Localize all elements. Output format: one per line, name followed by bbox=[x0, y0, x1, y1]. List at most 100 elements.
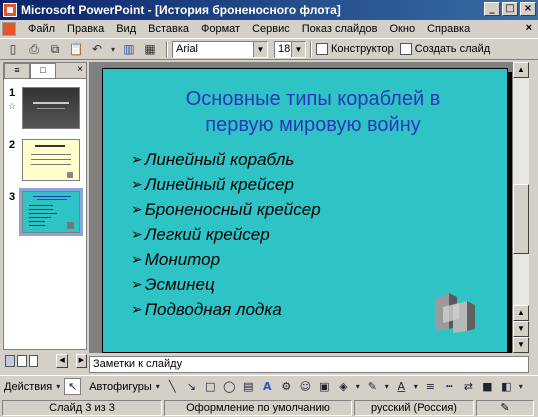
pane-close-button[interactable]: × bbox=[77, 64, 83, 75]
undo-icon[interactable]: ↶ bbox=[88, 40, 106, 58]
shadow-icon[interactable]: ■ bbox=[479, 378, 496, 395]
tab-outline[interactable]: ≡ bbox=[4, 63, 30, 78]
menu-insert[interactable]: Вставка bbox=[142, 23, 195, 35]
font-name-select[interactable]: Arial ▼ bbox=[172, 40, 268, 58]
undo-dropdown-icon[interactable]: ▾ bbox=[109, 40, 117, 58]
fill-color-icon[interactable]: ◈ bbox=[335, 378, 352, 395]
menu-view[interactable]: Вид bbox=[110, 23, 142, 35]
scrollbar-thumb[interactable] bbox=[513, 184, 529, 254]
3d-icon[interactable]: ◧ bbox=[498, 378, 515, 395]
status-language: русский (Россия) bbox=[354, 399, 474, 416]
bullet-item: ➢ Линейный корабль bbox=[131, 147, 321, 172]
insert-chart-icon[interactable]: ▥ bbox=[120, 40, 138, 58]
new-slide-label: Создать слайд bbox=[414, 43, 491, 55]
new-slide-button[interactable]: Создать слайд bbox=[399, 43, 491, 55]
vertical-scrollbar[interactable]: ▲ ▲ ▼ ▼ bbox=[513, 62, 529, 353]
line-style-icon[interactable]: ≡ bbox=[422, 378, 439, 395]
scroll-left-icon[interactable]: ◀ bbox=[56, 353, 68, 368]
view-buttons-bar: ◀ ▶ bbox=[3, 352, 87, 369]
rectangle-icon[interactable]: □ bbox=[202, 378, 219, 395]
slideshow-view-icon[interactable] bbox=[28, 354, 39, 367]
paste-icon[interactable]: 📋 bbox=[67, 40, 85, 58]
scroll-up-icon[interactable]: ▲ bbox=[513, 62, 529, 78]
chevron-down-icon[interactable]: ▼ bbox=[291, 41, 305, 57]
dash-style-icon[interactable]: ┅ bbox=[441, 378, 458, 395]
standard-toolbar: ▯ ⎙ ⧉ 📋 ↶ ▾ ▥ ▦ Arial ▼ 18 ▼ Конструктор… bbox=[0, 38, 538, 60]
textbox-icon[interactable]: ▤ bbox=[240, 378, 257, 395]
line-icon[interactable]: ╲ bbox=[164, 378, 181, 395]
bullet-text: Броненосный крейсер bbox=[144, 199, 321, 219]
document-icon[interactable] bbox=[2, 22, 16, 36]
autoshapes-menu[interactable]: Автофигуры bbox=[89, 381, 152, 393]
chevron-down-icon[interactable]: ▼ bbox=[253, 41, 267, 57]
font-size-select[interactable]: 18 ▼ bbox=[274, 40, 306, 58]
maximize-button[interactable]: □ bbox=[502, 2, 518, 16]
picture-icon[interactable]: ▣ bbox=[316, 378, 333, 395]
arrow-bullet-icon: ➢ bbox=[131, 276, 143, 293]
bullet-item: ➢ Легкий крейсер bbox=[131, 222, 321, 247]
arrow-bullet-icon: ➢ bbox=[131, 201, 143, 218]
slide-number: 3 bbox=[9, 191, 16, 203]
tab-slides[interactable]: □ bbox=[30, 63, 56, 78]
slide-title-line-1: Основные типы кораблей в bbox=[185, 88, 441, 110]
notes-placeholder: Заметки к слайду bbox=[93, 358, 183, 370]
document-close-button[interactable]: × bbox=[526, 22, 532, 34]
bullet-text: Монитор bbox=[144, 249, 221, 269]
menu-window[interactable]: Окно bbox=[384, 23, 422, 35]
copy-icon[interactable]: ⧉ bbox=[46, 40, 64, 58]
powerpoint-app-icon[interactable] bbox=[3, 3, 17, 17]
select-arrow-icon[interactable]: ↖ bbox=[64, 378, 82, 395]
slide-bullet-list[interactable]: ➢ Линейный корабль ➢ Линейный крейсер ➢ Бро… bbox=[131, 147, 321, 322]
designer-icon bbox=[316, 43, 328, 55]
chevron-down-icon[interactable]: ▾ bbox=[154, 378, 162, 395]
scroll-up-icon[interactable]: ▲ bbox=[513, 305, 529, 321]
current-slide[interactable]: Основные типы кораблей в первую мировую … bbox=[102, 68, 508, 353]
clipart-image[interactable] bbox=[429, 289, 479, 335]
diagram-icon[interactable]: ⚙ bbox=[278, 378, 295, 395]
new-slide-icon bbox=[399, 43, 412, 55]
chevron-down-icon[interactable]: ▾ bbox=[354, 378, 362, 395]
clipart-icon[interactable]: ☺ bbox=[297, 378, 314, 395]
scroll-down-icon[interactable]: ▼ bbox=[513, 321, 529, 337]
title-bar: Microsoft PowerPoint - [История броненос… bbox=[0, 0, 538, 20]
next-slide-icon[interactable]: ▼ bbox=[513, 337, 529, 353]
chevron-down-icon[interactable]: ▾ bbox=[517, 378, 525, 395]
close-button[interactable]: × bbox=[520, 2, 536, 16]
menu-edit[interactable]: Правка bbox=[61, 23, 110, 35]
arrow-bullet-icon: ➢ bbox=[131, 251, 143, 268]
drawing-toolbar: Действия ▾ ↖ Автофигуры ▾ ╲ ↘ □ ◯ ▤ A ⚙ … bbox=[0, 375, 538, 397]
insert-table-icon[interactable]: ▦ bbox=[141, 40, 159, 58]
minimize-button[interactable]: _ bbox=[484, 2, 500, 16]
menu-slideshow[interactable]: Показ слайдов bbox=[296, 23, 384, 35]
arrow-tool-icon[interactable]: ↘ bbox=[183, 378, 200, 395]
menu-help[interactable]: Справка bbox=[421, 23, 476, 35]
slide-title[interactable]: Основные типы кораблей в первую мировую … bbox=[143, 86, 483, 138]
slide-thumbnail-2[interactable] bbox=[22, 139, 80, 181]
chevron-down-icon[interactable]: ▾ bbox=[54, 378, 62, 395]
bullet-item: ➢ Линейный крейсер bbox=[131, 172, 321, 197]
arrow-bullet-icon: ➢ bbox=[131, 226, 143, 243]
slide-thumbnail-3[interactable] bbox=[19, 188, 83, 236]
wordart-icon[interactable]: A bbox=[259, 378, 276, 395]
slide-thumbnail-1[interactable] bbox=[22, 87, 80, 129]
chevron-down-icon[interactable]: ▾ bbox=[383, 378, 391, 395]
print-icon[interactable]: ⎙ bbox=[25, 40, 43, 58]
menu-file[interactable]: Файл bbox=[22, 23, 61, 35]
designer-button[interactable]: Конструктор bbox=[316, 43, 394, 55]
slide-sorter-view-icon[interactable] bbox=[16, 354, 27, 367]
normal-view-icon[interactable] bbox=[5, 354, 15, 367]
arrow-style-icon[interactable]: ⇄ bbox=[460, 378, 477, 395]
font-name-value: Arial bbox=[176, 43, 199, 55]
menu-format[interactable]: Формат bbox=[195, 23, 246, 35]
chevron-down-icon[interactable]: ▾ bbox=[412, 378, 420, 395]
bullet-item: ➢ Монитор bbox=[131, 247, 321, 272]
slide-number: 1 bbox=[9, 87, 16, 99]
oval-icon[interactable]: ◯ bbox=[221, 378, 238, 395]
scroll-right-icon[interactable]: ▶ bbox=[75, 353, 87, 368]
line-color-icon[interactable]: ✎ bbox=[364, 378, 381, 395]
menu-tools[interactable]: Сервис bbox=[246, 23, 296, 35]
new-document-icon[interactable]: ▯ bbox=[4, 40, 22, 58]
actions-menu[interactable]: Действия bbox=[4, 381, 52, 393]
font-color-icon[interactable]: A bbox=[393, 378, 410, 395]
notes-pane[interactable]: Заметки к слайду bbox=[89, 356, 529, 373]
